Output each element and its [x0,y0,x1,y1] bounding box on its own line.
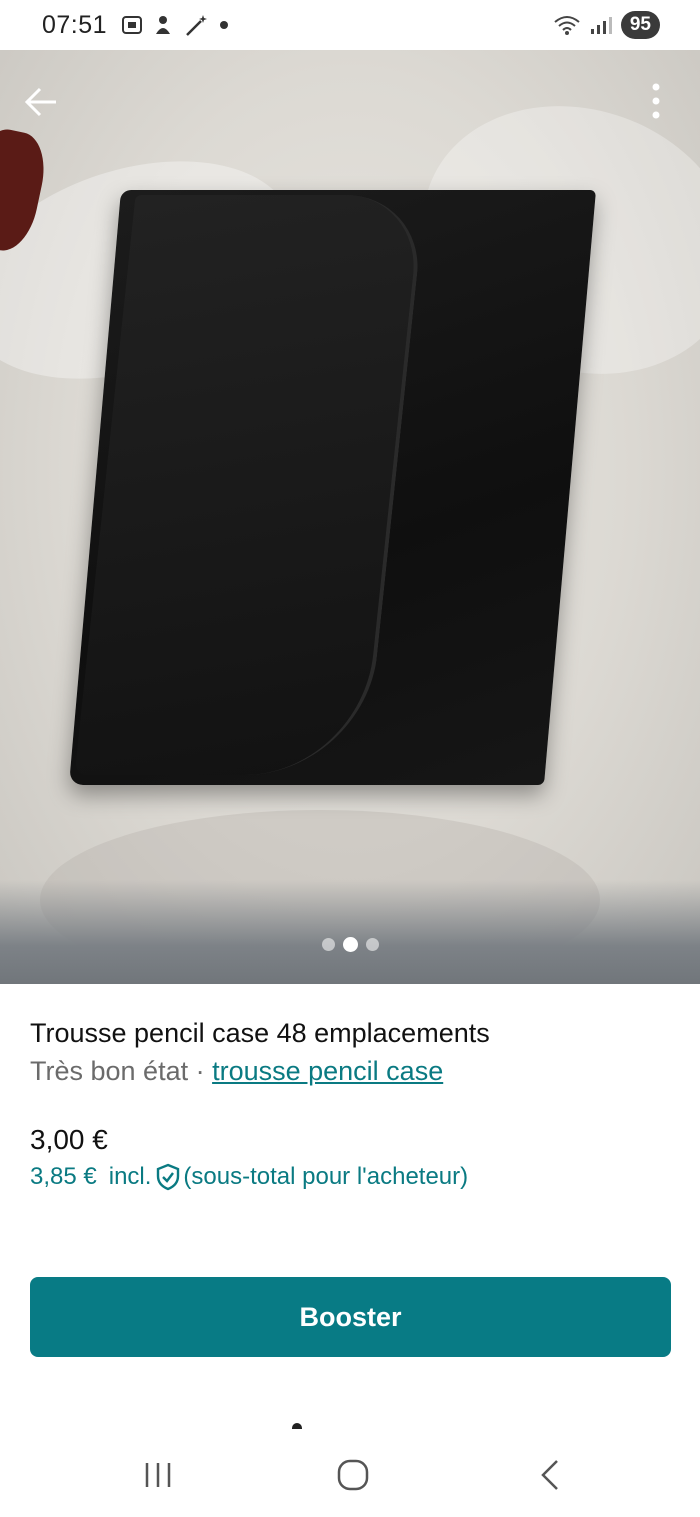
back-button[interactable] [22,82,62,122]
battery-indicator: 95 [620,11,660,39]
buyer-price-info[interactable]: 3,85 € incl. (sous-total pour l'acheteur… [30,1163,468,1191]
booster-button[interactable]: Booster [30,1277,671,1357]
gallery-dot[interactable] [365,938,379,951]
scroll-hint-mark [292,1423,302,1429]
gallery-dot[interactable] [321,938,335,951]
subtitle-separator: · [188,1056,213,1086]
status-bar: 07:51 95 [0,0,700,50]
gallery-dot-active[interactable] [342,937,358,952]
buyer-price-note: (sous-total pour l'acheteur) [183,1163,469,1190]
wifi-icon [554,16,580,35]
more-vertical-icon [652,83,660,119]
gallery-pagination [0,937,700,952]
shield-check-icon [157,1163,180,1191]
category-link[interactable]: trousse pencil case [212,1056,443,1086]
photo-floor [0,880,700,984]
listing-price: 3,00 € [30,1124,108,1155]
more-options-button[interactable] [640,80,672,124]
screenshot-icon [122,16,143,34]
listing-title: Trousse pencil case 48 emplacements [30,1018,490,1048]
home-icon [337,1459,369,1491]
arrow-left-icon [24,87,56,117]
buyer-price-incl: incl. [108,1163,152,1190]
system-navigation-bar [0,1430,700,1517]
recent-apps-button[interactable] [128,1450,188,1500]
status-time: 07:51 [42,10,108,39]
notification-icon [156,16,171,34]
listing-condition: Très bon état [30,1056,189,1086]
buyer-price-amount: 3,85 € [30,1163,97,1190]
chevron-left-icon [541,1460,558,1490]
recent-apps-icon [145,1463,171,1487]
status-notification-icons [121,13,229,37]
listing-details: Trousse pencil case 48 emplacements Très… [30,1015,670,1091]
dot-icon [220,21,229,29]
system-back-button[interactable] [520,1450,580,1500]
status-system-icons: 95 [553,11,660,39]
home-button[interactable] [323,1450,383,1500]
listing-subtitle: Très bon état · trousse pencil case [30,1051,670,1091]
magic-wand-icon [186,15,208,36]
product-photo[interactable] [0,50,700,984]
signal-icon [590,17,612,34]
